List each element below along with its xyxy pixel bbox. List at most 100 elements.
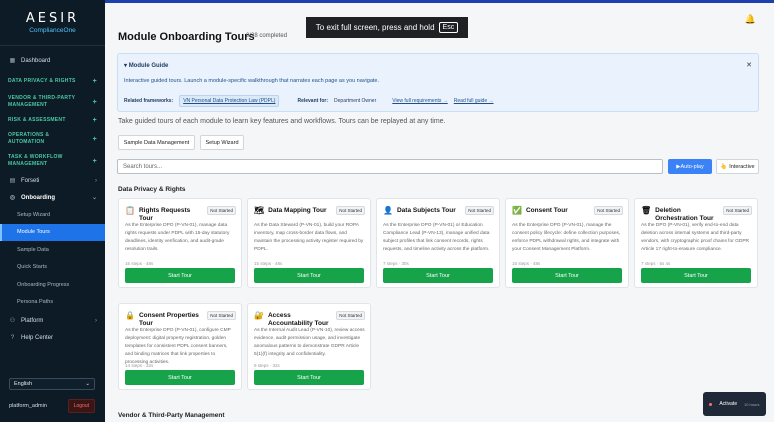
close-icon[interactable]: ✕ [746, 61, 752, 69]
sidebar-sub-setup-wizard[interactable]: Setup Wizard [0, 206, 105, 224]
sidebar-section-privacy[interactable]: DATA PRIVACY & RIGHTS + [0, 77, 105, 85]
plus-icon: + [92, 77, 97, 85]
toast-label: Activate [719, 401, 738, 407]
tour-description: As the Internal Audit Lead (P-VN-10), re… [254, 328, 365, 357]
sidebar: AESIR ComplianceOne ▦ Dashboard DATA PRIV… [0, 0, 105, 422]
tour-icon: ✅ [512, 206, 522, 215]
sidebar-section-risk[interactable]: RISK & ASSESSMENT + [0, 116, 105, 124]
autoplay-button[interactable]: ▶ Auto-play [668, 159, 712, 174]
search-input[interactable]: Search tours... [117, 159, 663, 174]
section-label: DATA PRIVACY & RIGHTS [8, 77, 76, 84]
view-requirements-link[interactable]: View full requirements → [392, 98, 448, 104]
section-label: RISK & ASSESSMENT [8, 116, 66, 123]
guide-header[interactable]: ▾ Module Guide [124, 62, 168, 69]
status-badge: Not Started [465, 206, 494, 215]
read-guide-link[interactable]: Read full guide → [454, 98, 494, 104]
help-icon: ? [10, 334, 15, 341]
sidebar-item-forseti[interactable]: ▤ Forseti › [0, 172, 105, 189]
tour-title-text: Access Accountability Tour [267, 312, 329, 327]
status-badge: Not Started [207, 311, 236, 320]
tour-card-title: 📋 Rights Requests Tour [125, 207, 205, 222]
tour-meta: 14 steps · 32s [125, 363, 154, 368]
tour-icon: 🔐 [254, 311, 264, 320]
start-tour-button[interactable]: Start Tour [254, 268, 364, 283]
sample-data-button[interactable]: Sample Data Management [118, 135, 195, 150]
completion-progress: 0/28 completed [246, 33, 288, 39]
tour-card: ✅ Consent Tour Not Started As the Enterpr… [505, 198, 629, 288]
start-tour-button[interactable]: Start Tour [383, 268, 493, 283]
page-title: Module Onboarding Tours [118, 31, 255, 43]
guide-title: Module Guide [128, 63, 169, 69]
tour-title-text: Data Subjects Tour [396, 207, 456, 214]
tour-card-title: 🔒 Consent Properties Tour [125, 312, 205, 327]
related-frameworks-label: Related frameworks: [124, 98, 174, 104]
setup-wizard-button[interactable]: Setup Wizard [200, 135, 244, 150]
dashboard-icon: ▦ [9, 58, 16, 64]
sidebar-item-onboarding[interactable]: ◎ Onboarding ⌄ [0, 189, 105, 206]
status-badge: Not Started [723, 206, 752, 215]
autoplay-label: Auto-play [680, 163, 704, 170]
interactive-button[interactable]: 👆 Interactive [716, 159, 759, 174]
tour-card: 👤 Data Subjects Tour Not Started As the E… [376, 198, 500, 288]
start-tour-button[interactable]: Start Tour [125, 268, 235, 283]
logout-button[interactable]: Logout [67, 399, 95, 413]
chevron-right-icon: › [95, 317, 97, 324]
tour-meta: 7 steps · 30s [383, 261, 409, 266]
tour-icon: 📋 [125, 206, 135, 215]
language-value: English [14, 381, 33, 387]
sidebar-item-dashboard[interactable]: ▦ Dashboard [0, 52, 105, 69]
tour-title-text: Data Mapping Tour [268, 207, 327, 214]
tour-description: As the Enterprise DPO (P-VN-01), configu… [125, 328, 231, 365]
sidebar-item-label: Onboarding [21, 194, 55, 201]
person-icon: ⚇ [9, 318, 16, 324]
sidebar-item-label: Help Center [21, 334, 54, 341]
start-tour-button[interactable]: Start Tour [641, 268, 751, 283]
fullscreen-text: To exit full screen, press and hold [315, 23, 435, 32]
main-content: 🔔 Module Onboarding Tours 0/28 completed… [105, 0, 774, 422]
section-heading-vendor: Vendor & Third-Party Management [118, 412, 225, 419]
tour-meta: 15 steps · 48s [512, 261, 541, 266]
top-accent-bar [105, 0, 774, 3]
chevron-down-icon: ⌄ [91, 195, 97, 201]
activate-toast[interactable]: Activate 10 hours [703, 392, 766, 416]
sidebar-sub-sample-data[interactable]: Sample Data [0, 241, 105, 259]
brand-name: AESIR [25, 11, 80, 26]
start-tour-button[interactable]: Start Tour [125, 370, 235, 385]
guide-description: Interactive guided tours. Launch a modul… [124, 78, 379, 84]
sidebar-item-label: Forseti [21, 177, 40, 184]
framework-link[interactable]: VN Personal Data Protection Law (PDPL) [179, 95, 280, 107]
plus-icon: + [92, 98, 97, 106]
tour-title-text: Consent Properties Tour [138, 312, 199, 327]
tour-card-title: 🔐 Access Accountability Tour [254, 312, 334, 327]
chevron-right-icon: › [95, 177, 97, 184]
sidebar-item-help[interactable]: ? Help Center [0, 329, 105, 346]
toast-sub: 10 hours [743, 401, 760, 407]
intro-text: Take guided tours of each module to lear… [118, 118, 446, 125]
bell-icon[interactable]: 🔔 [745, 14, 756, 25]
tour-meta: 7 steps · 5s 4s [641, 261, 671, 266]
sidebar-section-vendor[interactable]: VENDOR & THIRD-PARTY MANAGEMENT + [0, 94, 105, 110]
chevron-down-icon: ⌄ [85, 381, 90, 387]
plus-icon: + [92, 157, 97, 165]
sidebar-item-platform[interactable]: ⚇ Platform › [0, 312, 105, 329]
tour-card: 🔐 Access Accountability Tour Not Started … [247, 303, 371, 390]
relevant-for-label: Relevant for: [297, 98, 329, 104]
tour-card: 🗑 Deletion Orchestration Tour Not Started… [634, 198, 758, 288]
sidebar-sub-quick-starts[interactable]: Quick Starts [0, 259, 105, 277]
sidebar-section-operations[interactable]: OPERATIONS & AUTOMATION + [0, 131, 105, 147]
tour-description: As the Enterprise DPO (P-VN-01) or Educa… [383, 223, 490, 252]
sidebar-item-label: Dashboard [21, 57, 51, 64]
status-dot [709, 402, 713, 406]
sidebar-sub-persona-paths[interactable]: Persona Paths [0, 294, 105, 312]
forseti-icon: ▤ [9, 178, 16, 184]
start-tour-button[interactable]: Start Tour [254, 370, 364, 385]
sidebar-section-task[interactable]: TASK & WORKFLOW MANAGEMENT + [0, 153, 105, 169]
tour-title-text: Consent Tour [525, 207, 568, 214]
onboarding-icon: ◎ [9, 195, 16, 201]
sidebar-sub-module-tours[interactable]: Module Tours [0, 223, 105, 241]
start-tour-button[interactable]: Start Tour [512, 268, 622, 283]
sidebar-sub-onboarding-progress[interactable]: Onboarding Progress [0, 276, 105, 294]
tour-icon: 👤 [383, 206, 393, 215]
language-select[interactable]: English ⌄ [9, 378, 95, 390]
username: platform_admin [9, 403, 47, 409]
